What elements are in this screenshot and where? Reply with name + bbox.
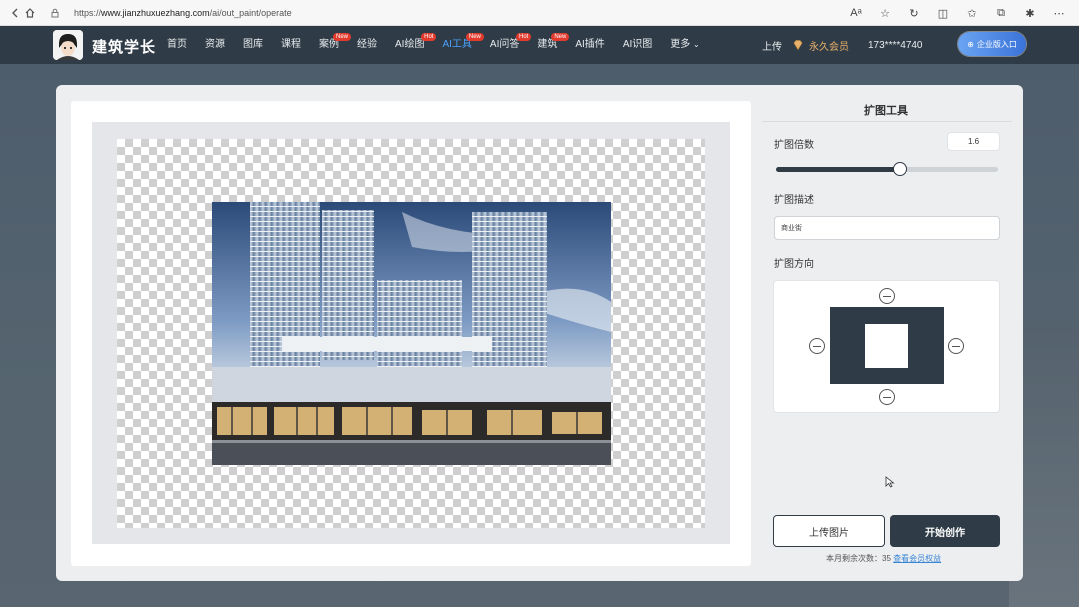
direction-label: 扩图方向: [774, 259, 814, 270]
scale-label: 扩图倍数: [774, 140, 814, 151]
favorite-icon[interactable]: ☆: [877, 4, 893, 22]
nav-item-ai-recognition[interactable]: AI识图: [614, 26, 661, 64]
nav-item-courses[interactable]: 课程: [272, 26, 310, 64]
nav-item-home[interactable]: 首页: [158, 26, 196, 64]
nav-item-ai-tools[interactable]: AI工具 New: [433, 26, 484, 64]
desc-label: 扩图描述: [774, 195, 814, 206]
nav-item-gallery[interactable]: 图库: [234, 26, 272, 64]
site-logo-text[interactable]: 建筑学长: [92, 36, 156, 57]
gem-icon: [793, 40, 803, 51]
start-create-button[interactable]: 开始创作: [890, 515, 1000, 547]
browser-toolbar: https://www.jianzhuxuezhang.com/ai/out_p…: [0, 0, 1079, 26]
scale-slider[interactable]: [776, 162, 998, 176]
enterprise-icon: ⊕: [967, 39, 974, 49]
menu-icon[interactable]: ⋯: [1051, 4, 1067, 22]
slider-thumb[interactable]: [893, 162, 908, 176]
nav-item-more[interactable]: 更多 ⌄: [661, 26, 708, 64]
upload-link[interactable]: 上传: [762, 26, 782, 64]
vip-link[interactable]: 永久会员: [792, 26, 849, 64]
enterprise-entry-button[interactable]: ⊕ 企业版入口: [958, 32, 1026, 56]
lock-icon: [48, 6, 62, 20]
nav-item-ai-drawing[interactable]: AI绘图 Hot: [386, 26, 437, 64]
remaining-count: 本月剩余次数：35 查看会员权益: [826, 553, 941, 564]
main-nav: 首页 资源 图库 课程 案例 New 经验 AI绘图 Hot AI工具 New AI问…: [158, 26, 709, 64]
expand-left-button[interactable]: [809, 338, 825, 354]
remaining-text: 本月剩余次数：35: [826, 554, 891, 563]
expand-bottom-button[interactable]: [879, 389, 895, 405]
favorites-bar-icon[interactable]: ✩: [964, 4, 980, 22]
slider-fill: [776, 167, 901, 172]
expand-top-button[interactable]: [879, 288, 895, 304]
logo-avatar[interactable]: [53, 30, 83, 60]
collections-icon[interactable]: ⧉: [993, 4, 1009, 22]
nav-item-ai-qa[interactable]: AI问答 Hot: [481, 26, 532, 64]
mouse-cursor-icon: [885, 476, 895, 488]
address-bar[interactable]: https://www.jianzhuxuezhang.com/ai/out_p…: [48, 3, 928, 23]
chevron-down-icon: ⌄: [693, 40, 700, 49]
tool-title: 扩图工具: [864, 105, 908, 117]
read-aloud-icon[interactable]: Aᵃ: [848, 4, 864, 22]
user-phone[interactable]: 173****4740: [868, 26, 923, 64]
nav-item-architecture[interactable]: 建筑 New: [528, 26, 570, 64]
expand-right-button[interactable]: [948, 338, 964, 354]
direction-center: [865, 324, 908, 368]
divider: [762, 121, 1012, 122]
upload-image-button[interactable]: 上传图片: [773, 515, 885, 547]
nav-item-ai-plugins[interactable]: AI插件: [566, 26, 613, 64]
home-icon[interactable]: [22, 5, 38, 21]
description-input[interactable]: 商业街: [774, 216, 1000, 240]
refresh-icon[interactable]: ↻: [906, 4, 922, 22]
uploaded-photo[interactable]: [212, 202, 611, 465]
nav-item-experience[interactable]: 经验: [348, 26, 386, 64]
split-screen-icon[interactable]: ◫: [935, 4, 951, 22]
url-text: https://www.jianzhuxuezhang.com/ai/out_p…: [74, 8, 292, 18]
member-benefits-link[interactable]: 查看会员权益: [893, 554, 941, 563]
nav-item-resources[interactable]: 资源: [196, 26, 234, 64]
scale-input[interactable]: 1.6: [947, 132, 1000, 151]
extensions-icon[interactable]: ✱: [1022, 4, 1038, 22]
nav-item-cases[interactable]: 案例 New: [310, 26, 351, 64]
